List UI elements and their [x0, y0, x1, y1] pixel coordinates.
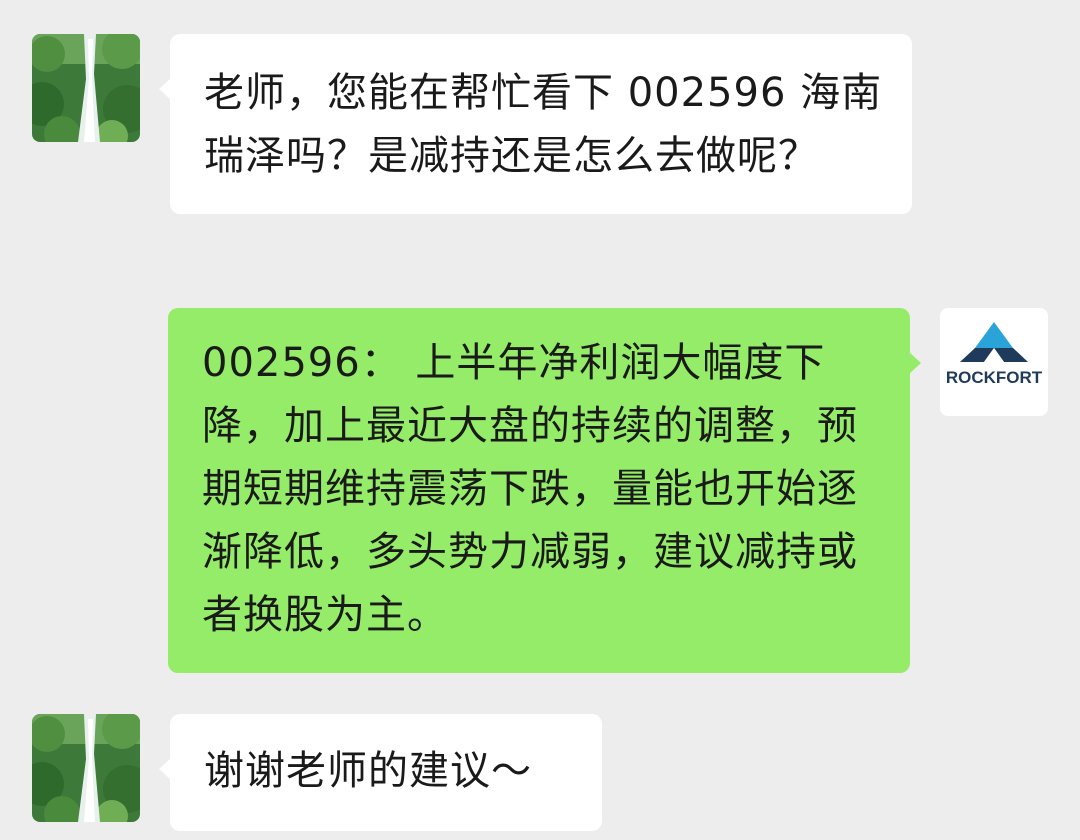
rockfort-logo-text: ROCKFORT: [945, 368, 1043, 387]
rockfort-logo-icon: [960, 322, 1028, 362]
message-text: 002596： 上半年净利润大幅度下降，加上最近大盘的持续的调整，预期短期维持震…: [202, 340, 858, 638]
user-avatar[interactable]: [32, 34, 140, 142]
advisor-avatar[interactable]: ROCKFORT: [940, 308, 1048, 416]
waterfall-photo-icon: [32, 714, 140, 822]
incoming-message-bubble[interactable]: 老师，您能在帮忙看下 002596 海南瑞泽吗？是减持还是怎么去做呢？: [159, 34, 912, 214]
waterfall-photo-icon: [32, 34, 140, 142]
message-text: 老师，您能在帮忙看下 002596 海南瑞泽吗？是减持还是怎么去做呢？: [204, 70, 883, 179]
incoming-message-bubble[interactable]: 谢谢老师的建议～: [159, 714, 602, 831]
user-avatar[interactable]: [32, 714, 140, 822]
message-text: 谢谢老师的建议～: [204, 748, 532, 794]
outgoing-message-bubble[interactable]: 002596： 上半年净利润大幅度下降，加上最近大盘的持续的调整，预期短期维持震…: [168, 308, 921, 673]
